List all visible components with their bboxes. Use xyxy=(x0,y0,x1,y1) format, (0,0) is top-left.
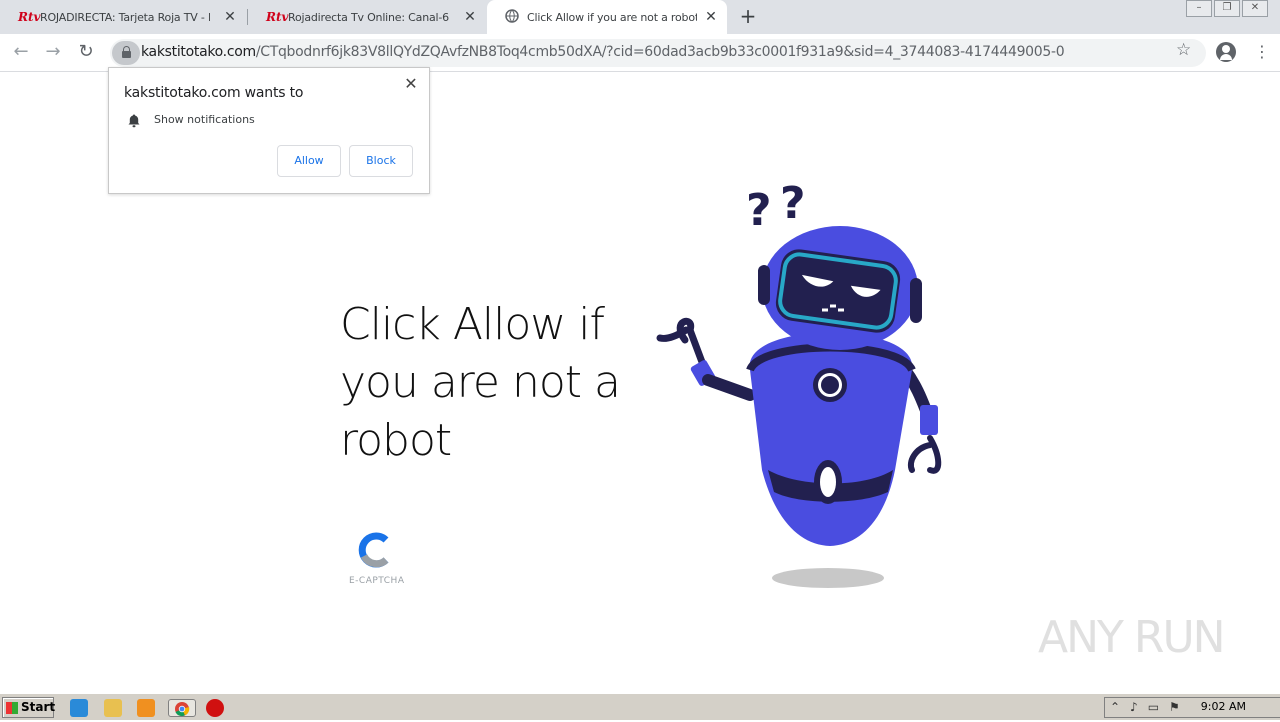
anyrun-watermark: ANY RUN xyxy=(1038,612,1226,663)
start-button[interactable]: Start xyxy=(2,697,56,718)
url-path: /CTqbodnrf6jk83V8llQYdZQAvfzNB8Toq4cmb50… xyxy=(255,44,1065,60)
tab-strip: Rtv ROJADIRECTA: Tarjeta Roja TV - Pir ✕… xyxy=(0,0,1280,34)
start-label: Start xyxy=(21,700,56,714)
ecaptcha-label: E-CAPTCHA xyxy=(349,576,405,586)
tab-close-icon[interactable]: ✕ xyxy=(703,9,719,25)
tab-title: ROJADIRECTA: Tarjeta Roja TV - Pir xyxy=(40,10,210,24)
restore-button[interactable]: ❐ xyxy=(1214,0,1240,17)
svg-text:?: ? xyxy=(746,185,772,236)
allow-button[interactable]: Allow xyxy=(277,145,341,177)
popup-close-icon[interactable]: ✕ xyxy=(403,74,419,93)
url-text[interactable]: kakstitotako.com/CTqbodnrf6jk83V8llQYdZQ… xyxy=(141,44,1065,60)
svg-text:?: ? xyxy=(780,178,806,229)
page-headline: Click Allow if you are not a robot xyxy=(340,299,621,466)
bookmark-star-icon[interactable]: ☆ xyxy=(1176,40,1191,60)
profile-icon[interactable] xyxy=(1216,42,1236,62)
popup-title: kakstitotako.com wants to xyxy=(124,85,304,101)
folder-icon[interactable] xyxy=(104,699,122,717)
permission-text: Show notifications xyxy=(154,113,255,126)
tray-icons[interactable]: ⌃♪▭⚑ xyxy=(1110,700,1190,714)
tab-title: Click Allow if you are not a robot xyxy=(527,10,697,24)
notification-permission-popup: kakstitotako.com wants to ✕ Show notific… xyxy=(108,67,430,194)
minimize-button[interactable]: – xyxy=(1186,0,1212,17)
tab-rojadirecta-1[interactable]: Rtv ROJADIRECTA: Tarjeta Roja TV - Pir ✕ xyxy=(0,0,246,34)
opera-icon[interactable] xyxy=(206,699,224,717)
address-bar[interactable]: kakstitotako.com/CTqbodnrf6jk83V8llQYdZQ… xyxy=(110,39,1206,67)
rtv-favicon-icon: Rtv xyxy=(18,10,41,24)
internet-explorer-icon[interactable] xyxy=(70,699,88,717)
rtv-favicon-icon: Rtv xyxy=(266,10,289,24)
url-host: kakstitotako.com xyxy=(141,44,256,60)
kebab-menu-icon[interactable]: ⋮ xyxy=(1254,42,1270,62)
tab-close-icon[interactable]: ✕ xyxy=(462,9,478,25)
windows-logo-icon xyxy=(6,702,18,714)
tab-title: Rojadirecta Tv Online: Canal-6 xyxy=(288,10,449,24)
taskbar: Start ⌃♪▭⚑ 9:02 AM xyxy=(0,693,1280,720)
back-button[interactable]: ← xyxy=(10,41,32,63)
ecaptcha-logo-icon xyxy=(358,532,389,568)
tab-rojadirecta-2[interactable]: Rtv Rojadirecta Tv Online: Canal-6 ✕ xyxy=(248,0,486,34)
forward-button[interactable]: → xyxy=(42,41,64,63)
new-tab-button[interactable]: + xyxy=(738,6,758,26)
tab-active-captcha[interactable]: Click Allow if you are not a robot ✕ xyxy=(487,0,727,34)
lock-icon[interactable] xyxy=(112,41,140,65)
block-button[interactable]: Block xyxy=(349,145,413,177)
clock: 9:02 AM xyxy=(1200,700,1246,713)
chrome-icon xyxy=(175,702,190,717)
chrome-taskbar-button[interactable] xyxy=(168,699,196,717)
tab-close-icon[interactable]: ✕ xyxy=(222,9,238,25)
window-controls: – ❐ ✕ xyxy=(1184,0,1268,17)
robot-illustration: ? ? xyxy=(656,178,942,588)
media-player-icon[interactable] xyxy=(137,699,155,717)
globe-icon xyxy=(505,8,527,26)
bell-icon xyxy=(128,114,140,128)
close-window-button[interactable]: ✕ xyxy=(1242,0,1268,17)
reload-button[interactable]: ↻ xyxy=(75,41,97,63)
